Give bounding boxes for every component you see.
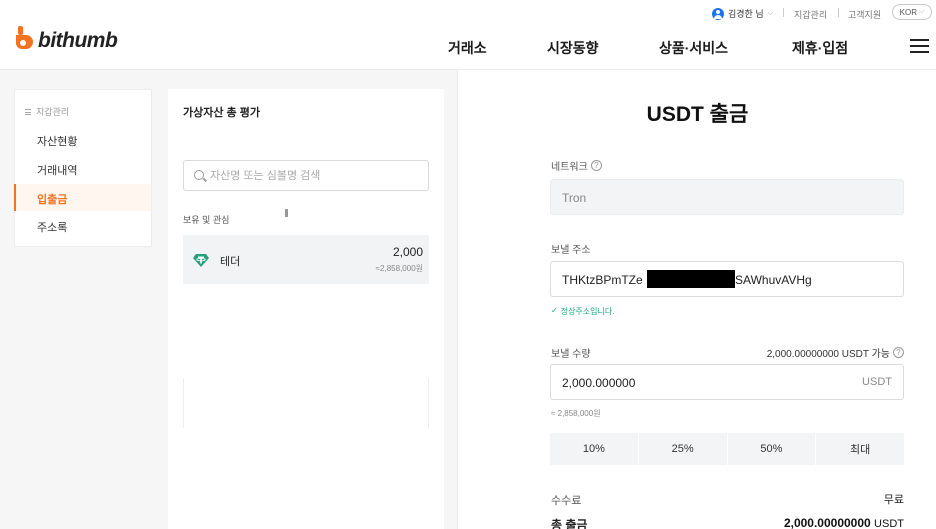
logo-text: bithumb [38,29,118,52]
amount-input[interactable]: 2,000.000000 USDT [550,364,904,400]
nav-exchange[interactable]: 거래소 [448,38,487,58]
coin-name: 테더 [220,256,241,268]
address-valid-text: 정상주소입니다. [560,307,615,316]
logo[interactable]: bithumb [12,26,118,56]
total-amount: 2,000.00000000 USDT [784,516,904,529]
total-label: 총 출금 [551,518,588,529]
asset-total-title: 가상자산 총 평가 [183,107,260,119]
address-valid-message: ✓ 정상주소입니다. [551,306,614,317]
user-name: 김경한 님 [728,9,764,19]
fee-label: 수수료 [551,495,582,507]
help-icon[interactable]: ? [590,160,602,171]
coin-krw-value: ≈2,858,000원 [375,264,423,273]
check-icon: ✓ [551,306,558,315]
page-title: USDT 출금 [646,103,749,126]
holdings-label: 보유 및 관심 [183,215,230,225]
asset-panel: 가상자산 총 평가 보유 및 관심 테더 2,000 ≈2,858,000원 [168,89,444,529]
active-indicator [14,184,16,211]
support-link[interactable]: 고객지원 [848,8,881,21]
left-area: 지갑관리 자산현황 거래내역 입출금 주소록 가상자산 총 평가 보유 및 관심… [0,70,458,529]
search-icon [194,170,204,180]
address-label: 보낼 주소 [551,245,591,256]
percent-button-group: 10% 25% 50% 최대 [550,433,904,465]
address-label-row: 보낼 주소 [551,241,591,256]
fee-value: 무료 [883,494,904,506]
coin-list-item[interactable]: 테더 2,000 ≈2,858,000원 [183,235,429,284]
available-text: 2,000.00000000 USDT 가능 [766,349,890,360]
empty-list-area [183,378,429,428]
active-item-bg [15,184,151,211]
coin-amount: 2,000 [392,245,423,259]
asset-search-box [183,160,429,191]
help-icon[interactable]: ? [893,347,904,358]
network-label: 네트워크 [551,162,588,173]
network-field: Tron [550,179,904,215]
language-value: KOR [899,7,918,17]
sidebar-item-asset-status[interactable]: 자산현황 [37,133,77,149]
percent-25-button[interactable]: 25% [639,433,728,465]
wallet-link[interactable]: 지갑관리 [794,8,827,21]
tether-icon [193,254,209,267]
language-select[interactable]: KOR ⌵ [892,4,932,20]
total-unit: USDT [874,518,904,529]
nav-products-services[interactable]: 상품·서비스 [659,38,728,58]
main-header: bithumb 거래소 시장동향 상품·서비스 제휴·입점 [0,22,936,70]
redaction-block [647,270,735,288]
amount-unit: USDT [862,376,892,388]
amount-krw-estimate: ≈ 2,858,000원 [551,409,601,418]
sidebar-item-deposit-withdraw[interactable]: 입출금 [37,191,67,207]
max-button[interactable]: 최대 [816,433,904,465]
scrollbar[interactable] [285,209,288,217]
available-balance: 2,000.00000000 USDT 가능 ? [767,345,904,360]
percent-10-button[interactable]: 10% [550,433,639,465]
network-label-row: 네트워크 ? [551,158,602,173]
total-value: 2,000.00000000 [783,516,871,529]
withdraw-panel: USDT 출금 네트워크 ? Tron 보낼 주소 THKtzBPmTZe SA… [459,70,936,529]
divider [783,8,784,17]
network-value: Tron [562,191,587,205]
address-suffix: SAWhuvAVHg [735,273,812,287]
chevron-down-icon: ⌵ [919,8,925,15]
side-menu-heading: 지갑관리 [25,105,69,118]
sidebar-item-history[interactable]: 거래내역 [37,162,77,178]
address-prefix: THKtzBPmTZe [562,273,643,287]
percent-50-button[interactable]: 50% [728,433,817,465]
address-input[interactable]: THKtzBPmTZe SAWhuvAVHg [550,261,904,297]
amount-label: 보낼 수량 [551,349,591,360]
utility-bar: 김경한 님 ⌵ 지갑관리 고객지원 KOR ⌵ [0,4,936,22]
amount-value: 2,000.000000 [562,376,636,390]
user-icon [712,7,724,20]
nav-partnership[interactable]: 제휴·입점 [792,38,848,58]
bithumb-logo-icon [16,26,33,49]
list-icon [25,108,31,115]
nav-market-trends[interactable]: 시장동향 [547,38,599,58]
user-menu[interactable]: 김경한 님 ⌵ [712,7,773,20]
wallet-side-menu: 지갑관리 자산현황 거래내역 입출금 주소록 [14,89,152,247]
divider [838,8,839,17]
asset-search-input[interactable] [210,167,420,185]
side-menu-title: 지갑관리 [36,107,70,117]
hamburger-menu-icon[interactable] [910,39,929,53]
sidebar-item-address-book[interactable]: 주소록 [37,219,67,235]
amount-label-row: 보낼 수량 [551,345,591,360]
chevron-down-icon: ⌵ [767,9,773,17]
